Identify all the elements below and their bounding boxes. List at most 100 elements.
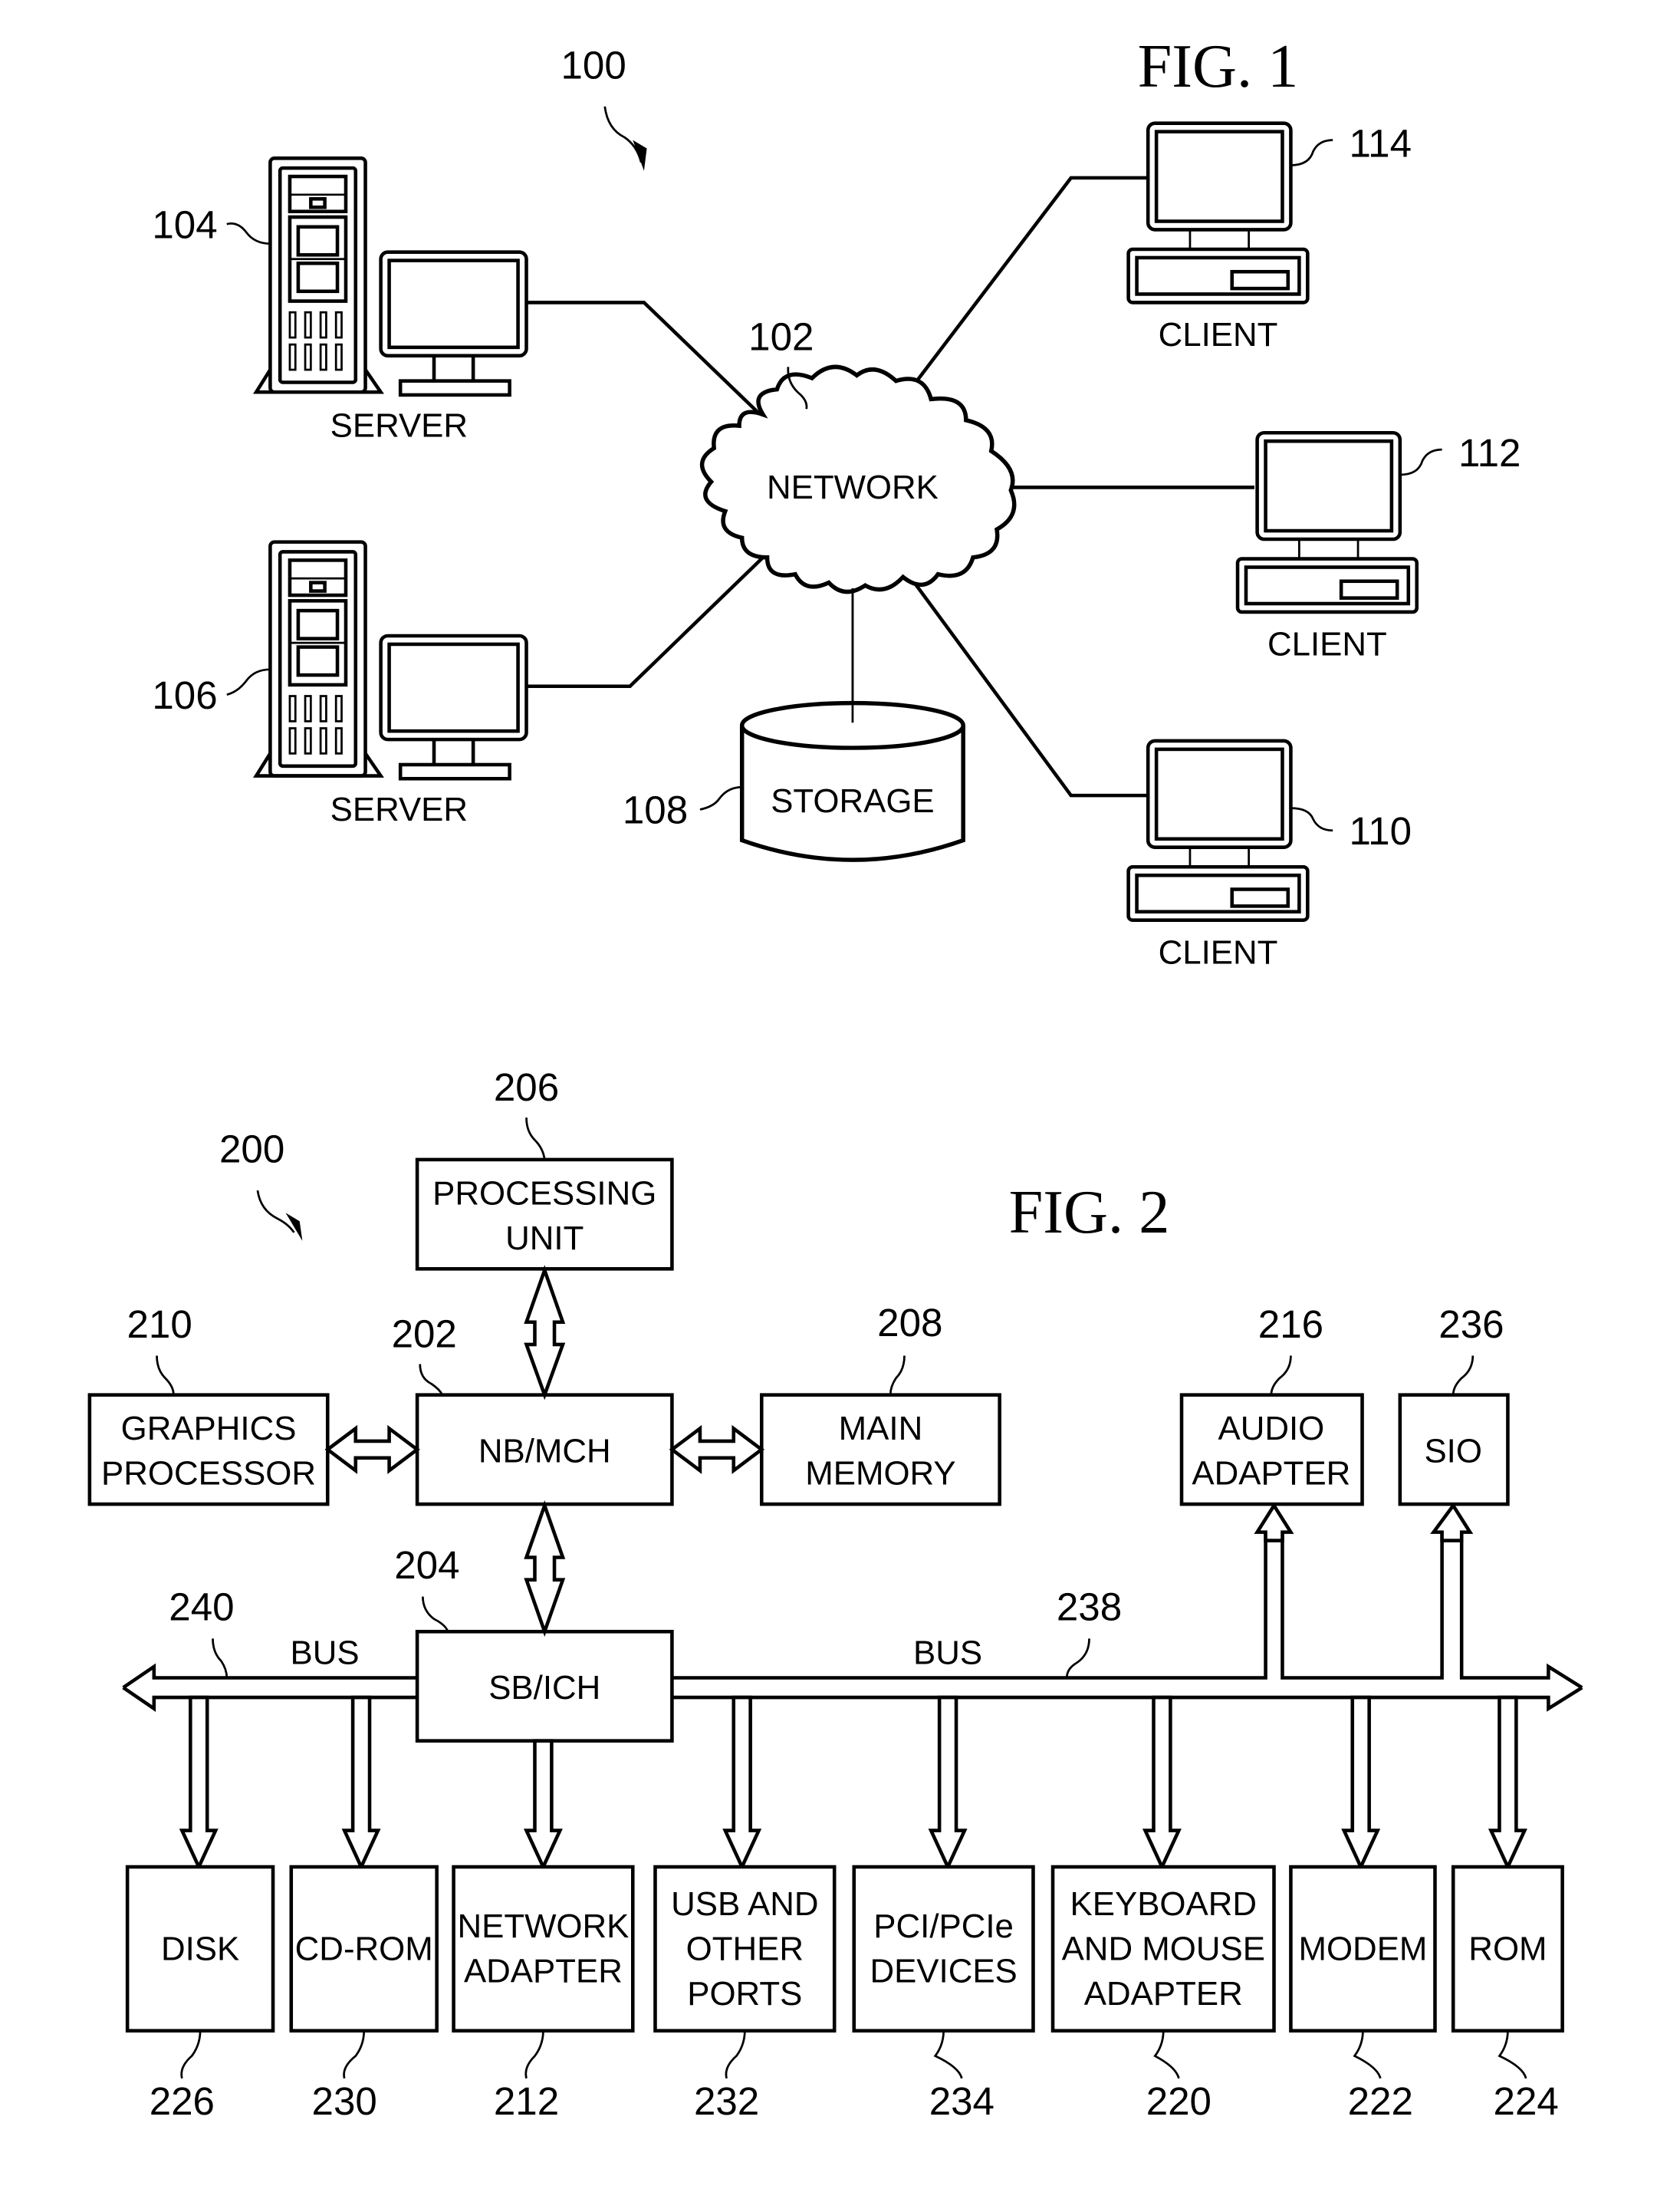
nb-sb-double-arrow [524,1500,566,1638]
graphics-processor-leader [156,1355,175,1395]
device-connector-arrow [1341,1695,1381,1871]
processing-unit-line2: UNIT [505,1220,584,1257]
processing-unit-leader [525,1118,546,1160]
link-server106-network [526,556,764,689]
device-label-line: ADAPTER [1084,1975,1243,2013]
device-ref: 224 [1494,2079,1559,2123]
graphics-processor-block: GRAPHICS PROCESSOR [87,1393,330,1506]
bus-right-top-edge [672,1529,1583,1690]
server-monitor-icon [379,634,528,781]
fig2-system-arrow-line [256,1190,295,1233]
nb-mch-block: NB/MCH [415,1393,674,1506]
sio-block: SIO [1398,1393,1510,1506]
graphics-processor-line2: PROCESSOR [101,1455,316,1493]
bus-left-ref: 240 [169,1585,234,1629]
audio-adapter-ref: 216 [1258,1302,1323,1346]
nb-mm-double-arrow [669,1424,765,1474]
server-ref: 106 [152,673,217,717]
client-114: CLIENT 114 [1126,121,1412,354]
device-234: PCI/PCIe DEVICES 234 [852,1695,1035,2123]
device-label-line: KEYBOARD [1070,1885,1257,1923]
server-104: SERVER 104 [152,156,528,445]
device-connector-arrow [928,1695,968,1871]
storage-leader [699,785,742,811]
link-server104-network [526,301,762,416]
bus-right-ref: 238 [1057,1585,1122,1629]
audio-adapter-block: AUDIO ADAPTER [1179,1393,1364,1506]
device-ref-leader [1153,2030,1180,2079]
figure-1: FIG. 1 100 NETWORK 102 STORAGE 108 SERVE… [152,32,1521,971]
device-label-line: OTHER [686,1930,804,1967]
device-222: MODEM 222 [1289,1695,1437,2123]
nb-mch-ref: 202 [392,1312,457,1356]
fig1-system-arrow-line [603,106,643,163]
sb-ich-label: SB/ICH [488,1669,600,1707]
device-connector-arrow [179,1695,219,1871]
device-label-line: ADAPTER [464,1953,623,1990]
network-ref: 102 [748,314,814,358]
device-box [852,1865,1035,2033]
bus-left-top-edge [122,1663,418,1690]
bus-right-label: BUS [913,1634,982,1671]
device-226: DISK 226 [125,1695,275,2123]
device-label-line: CD-ROM [295,1930,433,1967]
device-label-line: ROM [1468,1930,1547,1967]
audio-up-arrowhead [1254,1502,1294,1542]
device-connector-arrow [523,1739,563,1871]
client-110: CLIENT 110 [1126,739,1412,971]
sb-ich-block: SB/ICH [415,1629,674,1743]
audio-adapter-leader [1270,1355,1292,1395]
client-computer-icon [1235,430,1419,614]
server-tower-icon [253,156,384,394]
client-leader [1290,139,1333,166]
device-ref: 220 [1146,2079,1212,2123]
bus-right-bottom-edge [672,1686,1583,1712]
device-ref: 226 [150,2079,215,2123]
device-ref: 230 [312,2079,377,2123]
device-212: NETWORK ADAPTER 212 [452,1739,635,2123]
device-ref-leader [725,2030,746,2079]
bus-left-leader [212,1638,228,1678]
client-leader [1399,448,1442,476]
client-leader [1290,807,1333,832]
audio-adapter-line2: ADAPTER [1192,1455,1350,1493]
device-label-line: DISK [161,1930,239,1967]
device-label-line: USB AND [671,1885,818,1923]
client-ref: 114 [1350,122,1412,166]
figure-2: FIG. 2 200 PROCESSING UNIT 206 NB/MCH 20… [87,1065,1583,2123]
client-ref: 112 [1458,431,1521,475]
device-label-line: PORTS [687,1975,802,2013]
client-112: CLIENT 112 [1235,430,1521,663]
device-ref: 232 [694,2079,759,2123]
client-label: CLIENT [1159,933,1278,971]
device-connector-arrow [1142,1695,1182,1871]
nb-mch-label: NB/MCH [478,1432,611,1470]
device-ref-leader [524,2030,544,2079]
network-cloud: NETWORK [699,364,1017,594]
device-label-line: MODEM [1298,1930,1427,1967]
client-ref: 110 [1350,809,1412,853]
device-connector-arrow [1488,1695,1527,1871]
fig2-system-ref: 200 [219,1127,284,1171]
fig1-title: FIG. 1 [1138,32,1299,100]
main-memory-line2: MEMORY [805,1455,955,1493]
client-computer-icon [1126,739,1310,922]
device-box [452,1865,635,2033]
fig2-title: FIG. 2 [1009,1178,1170,1246]
bus: BUS BUS 240 238 [122,1502,1583,1713]
audio-adapter-line1: AUDIO [1218,1410,1324,1447]
nb-mch-leader [419,1364,444,1396]
device-label-line: AND MOUSE [1062,1930,1265,1967]
device-224: ROM 224 [1451,1695,1564,2123]
storage-ref: 108 [623,788,688,832]
device-label-line: DEVICES [870,1953,1017,1990]
server-leader [226,668,271,696]
fig1-system-ref: 100 [561,43,626,87]
device-230: CD-ROM 230 [289,1695,439,2123]
sio-leader [1452,1355,1475,1395]
graphics-processor-ref: 210 [127,1302,192,1346]
drawing-canvas: FIG. 1 100 NETWORK 102 STORAGE 108 SERVE… [87,32,1583,2123]
device-ref-leader [1498,2030,1527,2079]
device-ref-leader [343,2030,366,2079]
device-ref-leader [180,2030,202,2079]
